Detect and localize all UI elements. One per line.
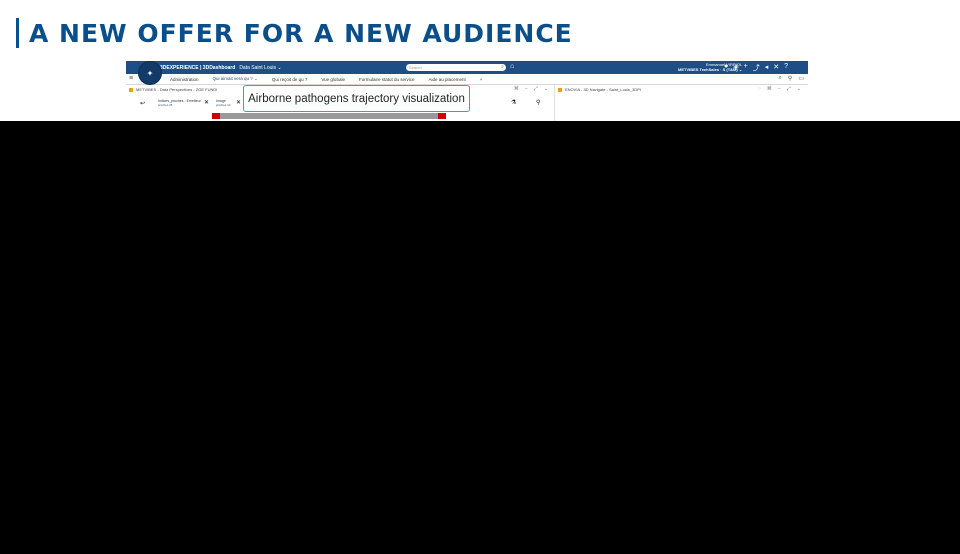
- close-icon[interactable]: ✕: [204, 99, 209, 106]
- expand-icon[interactable]: ⤢: [787, 86, 791, 92]
- top-bar: 3DEXPERIENCE | 3DDashboard Data Saint Lo…: [126, 61, 808, 74]
- filter-chip-2[interactable]: Image proches 10: [216, 99, 230, 107]
- avatar-icon[interactable]: ●: [724, 63, 728, 73]
- top-icons: ● ◈ + ⤴ ◂ ✕ ?: [724, 63, 788, 73]
- menu-icon[interactable]: ≡: [129, 75, 133, 82]
- send-icon[interactable]: ◂: [765, 63, 769, 73]
- filter-chip-1[interactable]: Indices_proches - Emetteur proches 25: [158, 99, 201, 107]
- tab-qui-recoit[interactable]: Qui reçoit de qu ?: [272, 77, 308, 82]
- notification-icon[interactable]: ◈: [733, 63, 738, 73]
- search-placeholder: Search: [409, 65, 422, 70]
- link-icon[interactable]: ⌘: [514, 86, 519, 92]
- search-input[interactable]: Search ⌕: [406, 64, 506, 71]
- tab-bar: ≡ Administration Qui aimait vera qu ? ⌄ …: [126, 74, 808, 85]
- chevron-down-icon[interactable]: ⌄: [797, 86, 801, 92]
- widget-left-tools: ⌘ − ⤢ ⌄: [514, 86, 548, 92]
- chat-icon[interactable]: ▭: [798, 75, 804, 82]
- tab-vue-globale[interactable]: Vue globale: [321, 77, 345, 82]
- help-icon[interactable]: ?: [784, 63, 788, 73]
- tab-formulaire[interactable]: Formulaire statut du service: [359, 77, 415, 82]
- tab-administration[interactable]: Administration: [170, 77, 199, 82]
- chevron-down-icon[interactable]: ⌄: [544, 86, 548, 92]
- widget-badge-icon: [129, 87, 133, 92]
- add-icon[interactable]: +: [744, 63, 748, 73]
- chip-sub: proches 10: [216, 103, 231, 107]
- add-tab-button[interactable]: +: [480, 77, 483, 82]
- widget-left-title: METVIBES - Data Perspectives - ZOE FUNDI: [136, 87, 218, 92]
- widget-right-tools: ◌ ⌘ − ⤢ ⌄: [758, 86, 801, 92]
- share-icon[interactable]: ⤴: [753, 63, 760, 73]
- slide-title-text: A NEW OFFER FOR A NEW AUDIENCE: [29, 18, 573, 48]
- expand-icon[interactable]: ⤢: [534, 86, 538, 92]
- timeline-slider[interactable]: [212, 113, 446, 119]
- widget-badge-icon: [558, 87, 562, 92]
- slide-title: A NEW OFFER FOR A NEW AUDIENCE: [16, 16, 573, 50]
- minimize-icon[interactable]: −: [778, 86, 781, 92]
- brand-label: 3DEXPERIENCE | 3DDashboard: [160, 64, 236, 71]
- tools-icon[interactable]: ✕: [773, 63, 779, 73]
- tab-qui-aimait[interactable]: Qui aimait vera qu ? ⌄: [213, 76, 258, 82]
- dashboard-name[interactable]: Data Saint Louis ⌄: [239, 65, 281, 71]
- minimize-icon[interactable]: −: [525, 86, 528, 92]
- tab-aide[interactable]: Aide au placement: [428, 77, 465, 82]
- filter-clear-icon[interactable]: ⚗: [511, 99, 516, 106]
- close-icon[interactable]: ✕: [236, 99, 241, 106]
- funnel-icon[interactable]: ⚲: [536, 99, 540, 106]
- filter-icon[interactable]: ⚲: [788, 75, 792, 82]
- title-accent-bar: [16, 18, 19, 48]
- back-icon[interactable]: ↩: [140, 100, 145, 107]
- search-icon[interactable]: ⌕: [779, 75, 782, 82]
- black-area: [0, 121, 960, 554]
- tag-icon[interactable]: ⌂: [510, 63, 514, 70]
- chip-sub: proches 25: [158, 103, 173, 107]
- widget-right-title: ENOVIA - 3D Navigate - Saint_Louis_3DPI: [565, 87, 642, 92]
- tab-tools: ⌕ ⚲ ▭: [779, 75, 804, 82]
- widget-right: ENOVIA - 3D Navigate - Saint_Louis_3DPI …: [555, 85, 807, 121]
- annotation-callout: Airborne pathogens trajectory visualizat…: [243, 85, 470, 112]
- search-icon[interactable]: ⌕: [501, 64, 504, 70]
- link-icon[interactable]: ⌘: [767, 86, 772, 92]
- view-icon[interactable]: ◌: [758, 86, 761, 92]
- compass-icon[interactable]: ✦: [138, 61, 162, 85]
